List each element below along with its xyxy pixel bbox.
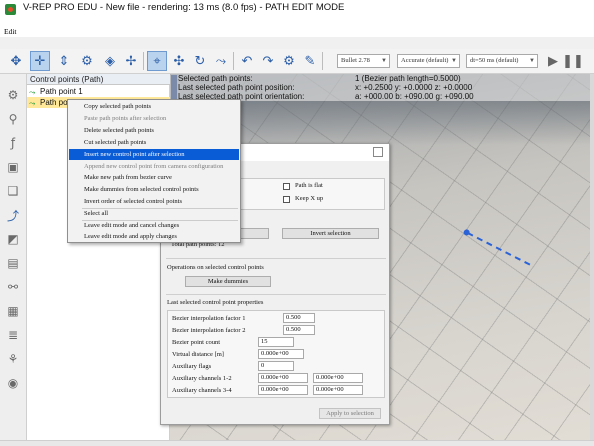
info-line-2-right: x: +0.2500 y: +0.0000 z: +0.0000 [355, 83, 473, 92]
bezier-factor-2-input[interactable]: 0.500 [283, 325, 315, 335]
shape-edit-icon[interactable]: ◩ [4, 230, 22, 248]
rotate-icon[interactable]: ⇕ [54, 51, 74, 71]
left-toolbar: ⚙ ⚲ ƒ ▣ ❑ ⤴ ◩ ▤ ⚯ ▦ ≣ ⚘ ◉ [0, 74, 27, 446]
menu-item-make-path-from-bezier[interactable]: Make new path from bezier curve [69, 172, 239, 183]
timestep-select[interactable]: dt=50 ms (default) ▼ [466, 54, 538, 68]
menu-item-leave-apply[interactable]: Leave edit mode and apply changes [69, 231, 239, 242]
properties-group: Bezier interpolation factor 1 0.500 Bezi… [167, 310, 385, 398]
virtual-distance-label: Virtual distance [m] [172, 351, 224, 358]
dynamics-icon[interactable]: ▣ [4, 158, 22, 176]
collection-icon[interactable]: ❑ [4, 182, 22, 200]
menu-item-copy[interactable]: Copy selected path points [69, 101, 239, 112]
menu-item-append-from-camera[interactable]: Append new control point from camera con… [69, 161, 239, 172]
scene-hierarchy-icon[interactable]: ≣ [4, 326, 22, 344]
toolbar-separator [233, 52, 234, 70]
camera-fit-icon[interactable]: ⚙ [77, 51, 97, 71]
keep-x-up-label: Keep X up [295, 195, 324, 202]
menu-item-select-all[interactable]: Select all [69, 208, 239, 219]
camera-shift-icon[interactable]: ✢ [121, 51, 141, 71]
menu-item-delete[interactable]: Delete selected path points [69, 125, 239, 136]
menu-item-leave-cancel[interactable]: Leave edit mode and cancel changes [69, 220, 239, 231]
info-line-3-right: a: +000.00 b: +090.00 g: +090.00 [355, 92, 474, 101]
window-title: V-REP PRO EDU - New file - rendering: 13… [23, 2, 345, 13]
menu-edit[interactable]: Edit [4, 27, 17, 36]
menu-item-paste[interactable]: Paste path points after selection [69, 113, 239, 124]
status-bar [0, 440, 594, 446]
close-icon[interactable] [373, 147, 383, 157]
path-point-icon: ⤳ [29, 99, 36, 108]
object-rotate-icon[interactable]: ↻ [190, 51, 210, 71]
vrep-app-icon [5, 4, 16, 15]
bezier-factor-1-input[interactable]: 0.500 [283, 313, 315, 323]
page-icon[interactable]: ⚘ [4, 350, 22, 368]
video-icon[interactable]: ◉ [4, 374, 22, 392]
list-item-label: Path point 1 [40, 87, 83, 96]
aux-channels-34-label: Auxiliary channels 3-4 [172, 387, 232, 394]
bezier-point-count-input[interactable]: 15 [258, 337, 294, 347]
make-dummies-button[interactable]: Make dummies [185, 276, 271, 287]
divider [166, 294, 386, 295]
physics-icon[interactable]: ✎ [300, 51, 320, 71]
path-curve[interactable] [467, 232, 531, 266]
aux-channel-4-input[interactable]: 0.000e+00 [313, 385, 363, 395]
path-point-icon: ⤳ [29, 88, 36, 97]
virtual-distance-input[interactable]: 0.000e+00 [258, 349, 304, 359]
aux-channel-2-input[interactable]: 0.000e+00 [313, 373, 363, 383]
settings-icon[interactable]: ⚙ [4, 86, 22, 104]
info-overlay: Selected path points: 1 (Bezier path len… [170, 74, 594, 101]
path-edit-icon[interactable]: ⤴ [4, 206, 22, 224]
aux-channel-1-input[interactable]: 0.000e+00 [258, 373, 308, 383]
info-line-1-right: 1 (Bezier path length=0.5000) [355, 74, 461, 83]
panel-header: Control points (Path) [27, 74, 170, 85]
redo-icon[interactable]: ↷ [258, 51, 278, 71]
properties-title: Last selected control point properties [167, 299, 264, 306]
script-icon[interactable]: ƒ [4, 134, 22, 152]
keep-x-up-checkbox[interactable] [283, 196, 290, 203]
app-window: V-REP PRO EDU - New file - rendering: 13… [0, 0, 594, 446]
undo-icon[interactable]: ↶ [237, 51, 257, 71]
menu-item-insert[interactable]: Insert new control point after selection [69, 149, 239, 160]
divider [166, 258, 386, 259]
apply-to-selection-button[interactable]: Apply to selection [319, 408, 381, 419]
search-icon[interactable]: ⚲ [4, 110, 22, 128]
path-is-flat-checkbox[interactable] [283, 183, 290, 190]
engine-icon[interactable]: ⚙ [279, 51, 299, 71]
info-line-2-left: Last selected path point position: [178, 83, 295, 92]
path-is-flat-label: Path is flat [295, 182, 323, 189]
invert-selection-button[interactable]: Invert selection [282, 228, 379, 239]
model-browser-icon[interactable]: ▦ [4, 302, 22, 320]
auxiliary-flags-label: Auxiliary flags [172, 363, 212, 370]
pause-icon[interactable]: ❚❚ [562, 51, 584, 71]
bezier-point-count-label: Bezier point count [172, 339, 221, 346]
auxiliary-flags-input[interactable]: 0 [258, 361, 294, 371]
object-shift-icon[interactable]: ✣ [169, 51, 189, 71]
toolbar-separator [322, 52, 323, 70]
aux-channel-3-input[interactable]: 0.000e+00 [258, 385, 308, 395]
main-toolbar: ✥ ✛ ⇕ ⚙ ◈ ✢ ⌖ ✣ ↻ ⤳ ↶ ↷ ⚙ ✎ Bullet 2.78 ▼… [0, 49, 594, 74]
move-arrows-icon[interactable]: ✥ [6, 51, 26, 71]
play-icon[interactable]: ▶ [543, 51, 563, 71]
title-bar: V-REP PRO EDU - New file - rendering: 13… [0, 0, 594, 37]
click-select-icon[interactable]: ⌖ [147, 51, 167, 71]
translate-icon[interactable]: ✛ [30, 51, 50, 71]
menu-item-make-dummies[interactable]: Make dummies from selected control point… [69, 184, 239, 195]
info-line-1-left: Selected path points: [178, 74, 253, 83]
context-menu: Copy selected path points Paste path poi… [67, 99, 241, 243]
bezier-factor-1-label: Bezier interpolation factor 1 [172, 315, 246, 322]
engine-select[interactable]: Bullet 2.78 ▼ [337, 54, 390, 68]
accuracy-select[interactable]: Accurate (default) ▼ [397, 54, 460, 68]
menu-item-cut[interactable]: Cut selected path points [69, 137, 239, 148]
selection-icon[interactable]: ⚯ [4, 278, 22, 296]
operations-title: Operations on selected control points [167, 264, 264, 271]
viewport-scrollbar[interactable] [590, 74, 594, 446]
camera-rotate-icon[interactable]: ◈ [100, 51, 120, 71]
toolbar-separator [143, 52, 144, 70]
list-item[interactable]: ⤳ Path point 1 [27, 86, 170, 97]
bezier-factor-2-label: Bezier interpolation factor 2 [172, 327, 246, 334]
aux-channels-12-label: Auxiliary channels 1-2 [172, 375, 232, 382]
assemble-icon[interactable]: ⤳ [211, 51, 231, 71]
menu-item-invert-order[interactable]: Invert order of selected control points [69, 196, 239, 207]
info-toggle-button[interactable] [171, 75, 177, 99]
layers-icon[interactable]: ▤ [4, 254, 22, 272]
